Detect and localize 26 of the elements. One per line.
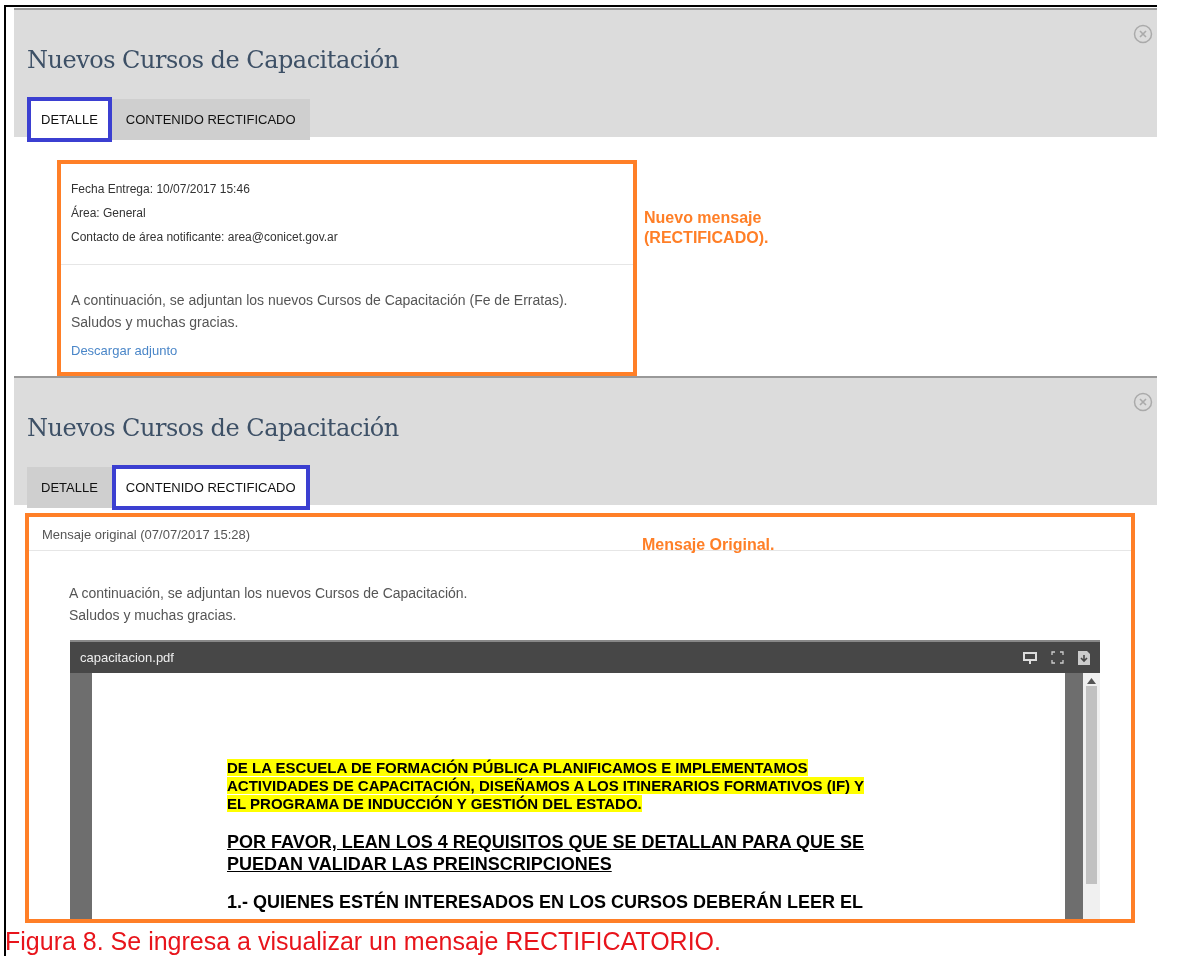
download-link[interactable]: Descargar adjunto xyxy=(71,343,178,358)
scroll-up-arrow-icon[interactable] xyxy=(1087,678,1096,684)
file-name: capacitacion.pdf xyxy=(80,650,175,665)
tab[interactable]: DETALLE xyxy=(27,97,112,142)
detail-line: Área: General xyxy=(71,204,147,222)
scrollbar[interactable] xyxy=(1083,673,1100,919)
tab[interactable]: CONTENIDO RECTIFICADO xyxy=(111,465,310,510)
fullscreen-icon[interactable] xyxy=(1051,651,1064,664)
detail-line: Fecha Entrega: 10/07/2017 15:46 xyxy=(71,181,251,198)
tab[interactable]: CONTENIDO RECTIFICADO xyxy=(111,99,310,140)
annotation-label: Nuevo mensaje (RECTIFICADO). xyxy=(644,208,769,248)
document-heading: POR FAVOR, LEAN LOS 4 REQUISITOS QUE SE DETALLAN PARA QUE SE PUEDAN VALIDAR LAS PREINSCRIPCIONES xyxy=(227,831,866,875)
message-text: A continuación, se adjuntan los nuevos Cursos de Capacitación (Fe de Erratas). xyxy=(71,291,569,310)
tab[interactable]: DETALLE xyxy=(27,467,112,508)
presentation-icon[interactable] xyxy=(1023,651,1037,664)
message-text: Saludos y muchas gracias. xyxy=(71,313,240,332)
detail-line: Contacto de área notificante: area@conicet.gov.ar xyxy=(71,229,339,246)
figure-caption: Figura 8. Se ingresa a visualizar un mensaje RECTIFICATORIO. xyxy=(5,927,722,956)
message-text: A continuación, se adjuntan los nuevos Cursos de Capacitación. xyxy=(69,584,469,603)
document-text: 1.- QUIENES ESTÉN INTERESADOS EN LOS CURSOS DEBERÁN LEER EL xyxy=(227,893,865,911)
download-icon[interactable] xyxy=(1078,650,1090,665)
message-text: Saludos y muchas gracias. xyxy=(69,606,238,625)
dialog-title: Nuevos Cursos de Capacitación xyxy=(27,46,400,74)
highlighted-paragraph: DE LA ESCUELA DE FORMACIÓN PÚBLICA PLANIFICAMOS E IMPLEMENTAMOS ACTIVIDADES DE CAPACITACIÓN, DISEÑAMOS A LOS ITINERARIOS FORMATIVOS (IF) Y EL PROGRAMA DE INDUCCIÓN Y GESTIÓN DEL ESTADO. xyxy=(227,759,865,813)
annotation-label: Mensaje Original. xyxy=(642,535,775,555)
dialog-title: Nuevos Cursos de Capacitación xyxy=(27,414,400,442)
